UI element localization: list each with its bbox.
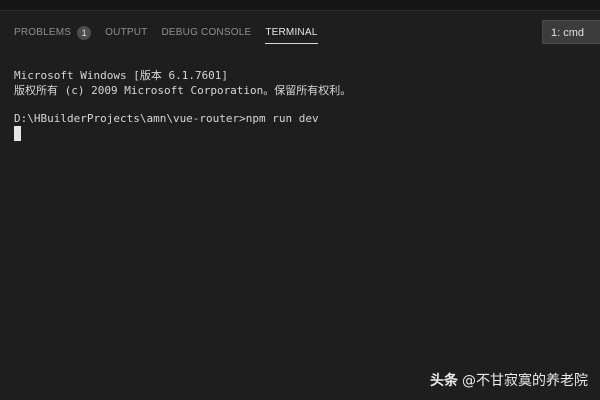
tab-debug-console-label: DEBUG CONSOLE xyxy=(161,27,252,38)
panel-header: PROBLEMS 1 OUTPUT DEBUG CONSOLE TERMINAL… xyxy=(0,11,600,55)
tab-terminal[interactable]: TERMINAL xyxy=(265,22,318,44)
tab-output-label: OUTPUT xyxy=(105,27,148,38)
window-top-edge xyxy=(0,0,600,11)
tab-problems-label: PROBLEMS xyxy=(14,27,72,38)
terminal-line-version: Microsoft Windows [版本 6.1.7601] xyxy=(14,69,229,82)
terminal-line-prompt: D:\HBuilderProjects\amn\vue-router>npm r… xyxy=(14,112,319,125)
terminal-instance-select[interactable]: 1: cmd xyxy=(542,20,600,44)
tab-terminal-label: TERMINAL xyxy=(265,26,318,38)
watermark-author: @不甘寂寞的养老院 xyxy=(462,373,588,389)
terminal-line-copyright: 版权所有 (c) 2009 Microsoft Corporation。保留所有… xyxy=(14,84,352,97)
terminal-cursor xyxy=(14,126,21,141)
tab-output[interactable]: OUTPUT xyxy=(105,22,147,44)
watermark-brand: 头条 xyxy=(430,373,458,389)
panel-tabs: PROBLEMS 1 OUTPUT DEBUG CONSOLE TERMINAL xyxy=(14,22,332,44)
tab-problems[interactable]: PROBLEMS 1 xyxy=(14,22,92,44)
terminal-output[interactable]: Microsoft Windows [版本 6.1.7601] 版权所有 (c)… xyxy=(14,68,584,141)
problems-count-badge: 1 xyxy=(77,26,92,40)
tab-debug-console[interactable]: DEBUG CONSOLE xyxy=(161,22,251,44)
watermark: 头条 @不甘寂寞的养老院 xyxy=(430,370,588,390)
